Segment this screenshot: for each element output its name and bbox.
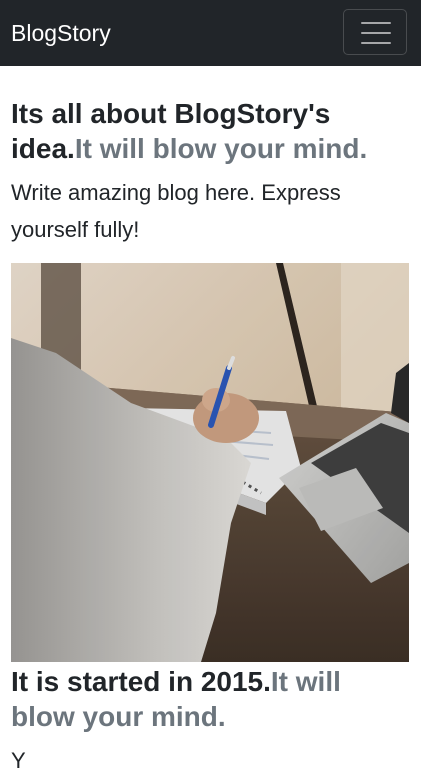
section-2-title-main: It is started in 2015.	[11, 666, 271, 697]
hero-image	[11, 263, 409, 662]
section-1-title-muted: It will blow your mind.	[74, 133, 368, 164]
section-2-title: It is started in 2015.It will blow your …	[11, 664, 409, 734]
navbar: BlogStory	[0, 0, 421, 66]
section-1-lead: Write amazing blog here. Express yoursel…	[11, 180, 341, 242]
section-1-title: Its all about BlogStory's idea.It will b…	[11, 96, 409, 166]
navbar-toggler-button[interactable]	[343, 9, 407, 55]
section-2-paragraph: Y	[11, 748, 26, 773]
brand-link[interactable]: BlogStory	[11, 18, 111, 48]
